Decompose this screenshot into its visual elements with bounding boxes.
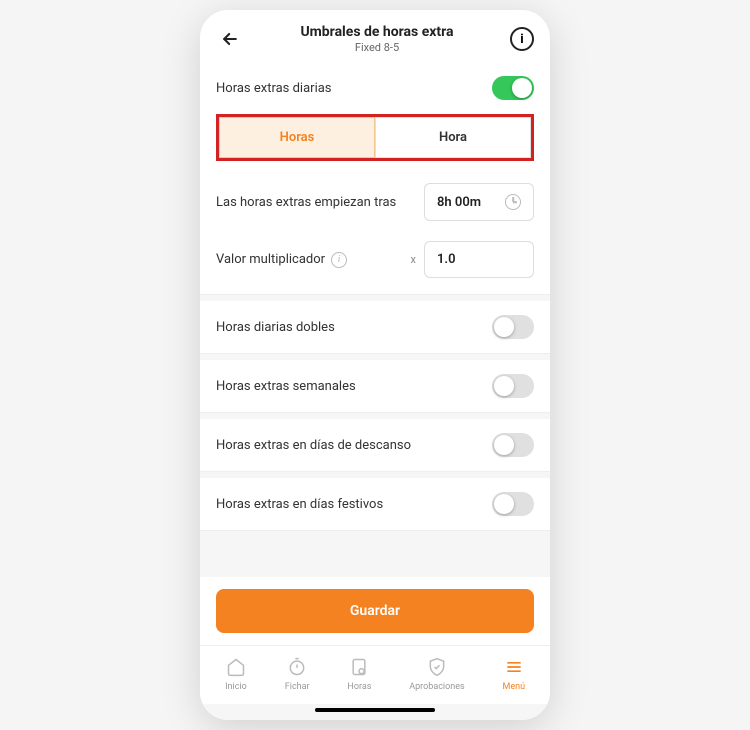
header: Umbrales de horas extra Fixed 8-5 i [200, 10, 550, 62]
info-icon: i [520, 32, 523, 47]
page-title: Umbrales de horas extra [244, 24, 510, 40]
page-subtitle: Fixed 8-5 [244, 41, 510, 54]
daily-overtime-section: Horas extras diarias Horas Hora Las hora… [200, 62, 550, 295]
start-after-input[interactable]: 8h 00m [424, 183, 534, 221]
save-button[interactable]: Guardar [216, 589, 534, 633]
start-after-label: Las horas extras empiezan tras [216, 195, 396, 210]
daily-overtime-label: Horas extras diarias [216, 81, 332, 96]
bottom-nav: Inicio Fichar Horas Aprobaciones [200, 645, 550, 704]
weekly-toggle[interactable] [492, 374, 534, 398]
multiplier-x: x [411, 253, 416, 266]
weekly-label: Horas extras semanales [216, 379, 356, 394]
nav-hours[interactable]: Horas [347, 656, 371, 692]
daily-overtime-toggle[interactable] [492, 76, 534, 100]
double-daily-label: Horas diarias dobles [216, 320, 335, 335]
info-button[interactable]: i [510, 27, 534, 51]
restday-label: Horas extras en días de descanso [216, 438, 411, 453]
holiday-section: Horas extras en días festivos [200, 478, 550, 531]
double-daily-section: Horas diarias dobles [200, 301, 550, 354]
shield-icon [426, 656, 448, 678]
multiplier-input[interactable]: 1.0 [424, 241, 534, 278]
tabs-mode: Horas Hora [216, 114, 534, 161]
info-icon[interactable]: i [331, 252, 347, 268]
home-indicator [315, 708, 435, 712]
hours-icon [348, 656, 370, 678]
save-row: Guardar [200, 577, 550, 645]
restday-section: Horas extras en días de descanso [200, 419, 550, 472]
content: Horas extras diarias Horas Hora Las hora… [200, 62, 550, 720]
stopwatch-icon [286, 656, 308, 678]
start-after-value: 8h 00m [437, 195, 481, 210]
clock-icon [505, 194, 521, 210]
nav-home[interactable]: Inicio [225, 656, 247, 692]
nav-menu[interactable]: Menú [503, 656, 526, 692]
holiday-label: Horas extras en días festivos [216, 497, 383, 512]
nav-clockin[interactable]: Fichar [285, 656, 310, 692]
nav-approvals[interactable]: Aprobaciones [409, 656, 464, 692]
tab-hours[interactable]: Horas [219, 117, 375, 158]
home-icon [225, 656, 247, 678]
restday-toggle[interactable] [492, 433, 534, 457]
title-block: Umbrales de horas extra Fixed 8-5 [244, 24, 510, 54]
holiday-toggle[interactable] [492, 492, 534, 516]
weekly-section: Horas extras semanales [200, 360, 550, 413]
arrow-left-icon [220, 29, 240, 49]
multiplier-label: Valor multiplicador i [216, 252, 347, 268]
double-daily-toggle[interactable] [492, 315, 534, 339]
phone-frame: Umbrales de horas extra Fixed 8-5 i Hora… [200, 10, 550, 720]
menu-icon [503, 656, 525, 678]
tab-hour[interactable]: Hora [375, 117, 531, 158]
back-button[interactable] [216, 25, 244, 53]
